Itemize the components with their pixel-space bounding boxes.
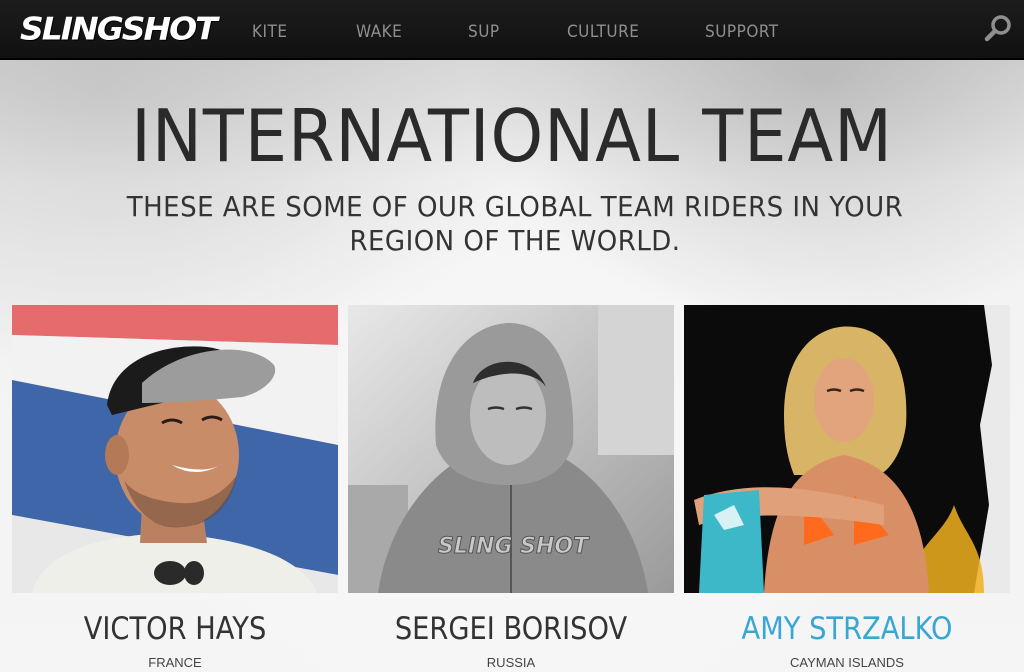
- rider-country: FRANCE: [148, 655, 202, 670]
- nav-item-support[interactable]: SUPPORT: [705, 22, 779, 42]
- rider-card-victor-hays[interactable]: VICTOR HAYS FRANCE: [12, 305, 338, 670]
- nav-item-sup[interactable]: SUP: [468, 22, 500, 42]
- rider-name[interactable]: SERGEI BORISOV: [368, 611, 655, 647]
- rider-photo[interactable]: [12, 305, 338, 593]
- slingshot-logo[interactable]: SLINGSHOT: [20, 10, 218, 47]
- rider-photo[interactable]: SLING SHOT: [348, 305, 674, 593]
- nav-item-culture[interactable]: CULTURE: [567, 22, 639, 42]
- rider-country: RUSSIA: [486, 655, 536, 670]
- svg-text:SLING SHOT: SLING SHOT: [438, 534, 590, 559]
- top-navigation-bar: SLINGSHOT KITE WAKE SUP CULTURE SUPPORT: [0, 0, 1024, 60]
- rider-country: CAYMAN ISLANDS: [790, 655, 904, 670]
- page-subtitle: THESE ARE SOME OF OUR GLOBAL TEAM RIDERS…: [126, 190, 904, 257]
- nav-item-wake[interactable]: WAKE: [356, 22, 402, 42]
- nav-item-kite[interactable]: KITE: [252, 22, 288, 42]
- rider-name[interactable]: VICTOR HAYS: [32, 611, 319, 647]
- rider-photo[interactable]: [684, 305, 1010, 593]
- search-icon[interactable]: [984, 14, 1014, 44]
- rider-card-sergei-borisov[interactable]: SLING SHOT SERGEI BORISOV RUSSIA: [348, 305, 674, 670]
- rider-card-amy-strzalko[interactable]: AMY STRZALKO CAYMAN ISLANDS: [684, 305, 1010, 670]
- page-title: INTERNATIONAL TEAM: [131, 94, 893, 178]
- rider-name[interactable]: AMY STRZALKO: [704, 611, 991, 647]
